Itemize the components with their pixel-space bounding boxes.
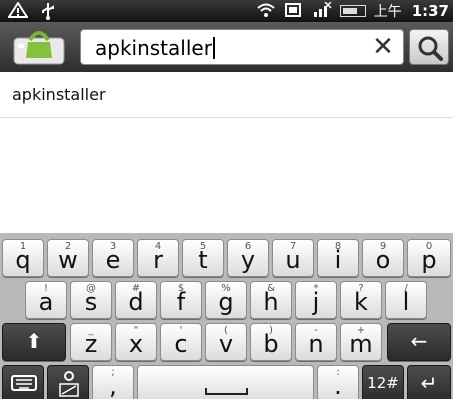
shift-icon: ⬆ (25, 329, 43, 353)
usb-icon (38, 2, 58, 20)
storage-icon (284, 2, 304, 20)
settings-key[interactable] (47, 365, 89, 399)
key-char: e (105, 246, 121, 274)
key-char: c (174, 330, 188, 358)
key-char: o (375, 246, 391, 274)
key-t[interactable]: 5t (182, 239, 224, 277)
backspace-key[interactable]: ← (387, 323, 451, 361)
key-char: d (128, 288, 144, 316)
key-char: t (198, 246, 208, 274)
clear-search-button[interactable]: ✕ (369, 34, 397, 62)
space-icon (205, 388, 248, 395)
key-comma[interactable]: ;, (92, 365, 134, 399)
key-w[interactable]: 2w (47, 239, 89, 277)
key-char: w (58, 246, 78, 274)
backspace-icon: ← (410, 329, 428, 353)
key-d[interactable]: # d (115, 281, 157, 319)
key-char: m (349, 330, 373, 358)
key-u[interactable]: 7u (272, 239, 314, 277)
wifi-icon (256, 2, 276, 20)
key-h[interactable]: & h (250, 281, 292, 319)
search-icon (418, 36, 443, 61)
enter-key[interactable]: ↵ (407, 365, 451, 399)
key-char: g (218, 288, 234, 316)
status-bar: 上午 1:37 (0, 0, 453, 22)
key-char: j (312, 288, 320, 316)
key-e[interactable]: 3e (92, 239, 134, 277)
key-m[interactable]: + m (340, 323, 382, 361)
key-c[interactable]: ' c (160, 323, 202, 361)
battery-icon (339, 5, 366, 17)
key-char: i (334, 246, 342, 274)
key-n[interactable]: -n (295, 323, 337, 361)
suggestion-item[interactable]: apkinstaller (0, 72, 453, 118)
key-char: l (402, 288, 410, 316)
symbols-label: 12# (367, 374, 399, 392)
key-char: b (263, 330, 279, 358)
keyboard-icon (11, 375, 37, 391)
key-char: y (240, 246, 256, 274)
key-x[interactable]: " x (115, 323, 157, 361)
key-y[interactable]: 6y (227, 239, 269, 277)
key-char: a (38, 288, 54, 316)
key-char: x (128, 330, 144, 358)
search-button[interactable] (409, 29, 449, 65)
key-char: r (153, 246, 163, 274)
warning-icon (7, 1, 29, 20)
keyboard-switch-key[interactable] (2, 365, 44, 399)
key-f[interactable]: $ f (160, 281, 202, 319)
key-r[interactable]: 4r (137, 239, 179, 277)
key-char: s (84, 288, 98, 316)
key-z[interactable]: _ z (70, 323, 112, 361)
space-key[interactable] (137, 365, 314, 399)
key-b[interactable]: ) b (250, 323, 292, 361)
no-signal-icon (312, 1, 332, 20)
key-period[interactable]: :. (317, 365, 359, 399)
key-i[interactable]: 8i (317, 239, 359, 277)
key-char: q (15, 246, 31, 274)
key-char: f (176, 288, 186, 316)
enter-icon: ↵ (420, 371, 438, 395)
key-char: . (334, 372, 342, 399)
symbols-key[interactable]: 12# (362, 365, 404, 399)
settings-icon (59, 371, 79, 397)
key-s[interactable]: @ s (70, 281, 112, 319)
status-ampm: 上午 (373, 4, 402, 20)
key-v[interactable]: (v (205, 323, 247, 361)
market-app-icon[interactable] (12, 28, 70, 66)
key-char: z (84, 330, 98, 358)
soft-keyboard: 1q 2w 3e 4r 5t 6y 7u 8i 9o 0p ! a @ s # d $… (0, 233, 453, 399)
key-char: p (421, 246, 437, 274)
key-q[interactable]: 1q (2, 239, 44, 277)
suggestion-list: apkinstaller (0, 72, 453, 233)
key-char: v (218, 330, 234, 358)
key-o[interactable]: 9o (362, 239, 404, 277)
key-char: , (109, 372, 117, 399)
key-l[interactable]: / l (385, 281, 427, 319)
key-j[interactable]: * j (295, 281, 337, 319)
key-g[interactable]: % g (205, 281, 247, 319)
text-caret (212, 37, 215, 59)
key-char: n (308, 330, 324, 358)
key-p[interactable]: 0p (407, 239, 451, 277)
search-bar: apkinstaller ✕ (0, 22, 453, 72)
status-time: 1:37 (411, 2, 449, 20)
key-char: u (285, 246, 301, 274)
suggestion-label: apkinstaller (12, 85, 106, 104)
search-query: apkinstaller (95, 36, 215, 60)
key-k[interactable]: ? k (340, 281, 382, 319)
key-char: k (354, 288, 368, 316)
shift-key[interactable]: ⬆ (2, 323, 66, 361)
search-input[interactable]: apkinstaller ✕ (80, 29, 404, 65)
key-a[interactable]: ! a (25, 281, 67, 319)
key-char: h (263, 288, 279, 316)
